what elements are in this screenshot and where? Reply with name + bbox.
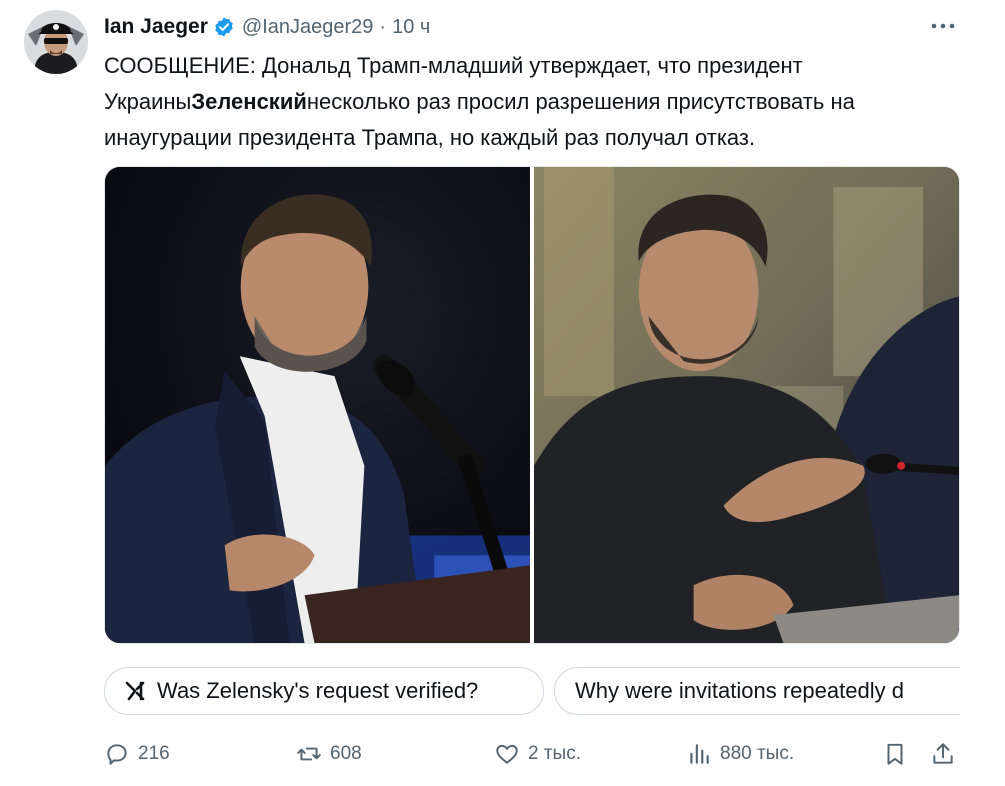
heart-icon	[496, 744, 518, 764]
text-segment: Украины	[104, 89, 192, 114]
media-grid	[104, 166, 960, 644]
speaker-photo	[105, 167, 530, 643]
bookmark-button[interactable]	[882, 734, 908, 774]
suggestion-label: Why were invitations repeatedly d	[575, 678, 904, 703]
tweet-text-line-3: инаугурации президента Трампа, но каждый…	[104, 125, 756, 150]
tweet-text-line-1: СООБЩЕНИЕ: Дональд Трамп-младший утвержд…	[104, 53, 803, 78]
text-segment: несколько раз просил разрешения присутст…	[306, 89, 855, 114]
like-count: 2 тыс.	[528, 743, 581, 764]
views-button[interactable]: 880 тыс.	[686, 734, 794, 774]
more-horizontal-icon	[931, 23, 955, 29]
tweet-text-line-2: УкраиныЗеленскийнесколько раз просил раз…	[104, 84, 964, 120]
reply-button[interactable]: 216	[104, 734, 170, 774]
tweet-text: СООБЩЕНИЕ: Дональд Трамп-младший утвержд…	[104, 48, 964, 156]
photo-right[interactable]	[534, 167, 959, 643]
photo-left[interactable]	[105, 167, 530, 643]
avatar[interactable]	[24, 10, 88, 74]
reply-count: 216	[138, 743, 170, 764]
like-button[interactable]: 2 тыс.	[494, 734, 581, 774]
grok-icon	[125, 681, 145, 701]
suggestion-chip[interactable]: Why were invitations repeatedly d	[554, 667, 960, 715]
views-count: 880 тыс.	[720, 743, 795, 764]
author-name[interactable]: Ian Jaeger	[104, 15, 208, 39]
author-handle[interactable]: @IanJaeger29	[242, 16, 374, 39]
retweet-button[interactable]: 608	[296, 734, 362, 774]
suggestion-chip[interactable]: Was Zelensky's request verified?	[104, 667, 544, 715]
reply-icon	[107, 744, 127, 765]
more-options-button[interactable]	[928, 14, 958, 38]
bold-text-segment: Зеленский	[191, 89, 307, 114]
retweet-icon	[297, 747, 321, 761]
tweet[interactable]: Ian Jaeger @IanJaeger29 · 10 ч СООБЩЕНИЕ…	[0, 0, 1005, 786]
suggestion-label: Was Zelensky's request verified?	[157, 678, 479, 703]
action-bar: 216 608 2 тыс. 880 тыс.	[104, 734, 960, 774]
speaker-photo	[534, 167, 959, 643]
timestamp[interactable]: 10 ч	[392, 16, 430, 39]
share-button[interactable]	[930, 734, 956, 774]
avatar-image	[24, 10, 88, 74]
separator-dot: ·	[379, 15, 387, 38]
views-icon	[690, 744, 709, 764]
share-icon	[933, 743, 953, 764]
verified-badge-icon	[215, 17, 233, 37]
retweet-count: 608	[330, 743, 362, 764]
tweet-header: Ian Jaeger @IanJaeger29 · 10 ч	[104, 12, 430, 42]
suggestion-chips: Was Zelensky's request verified? Why wer…	[104, 667, 960, 715]
bookmark-icon	[887, 743, 903, 765]
